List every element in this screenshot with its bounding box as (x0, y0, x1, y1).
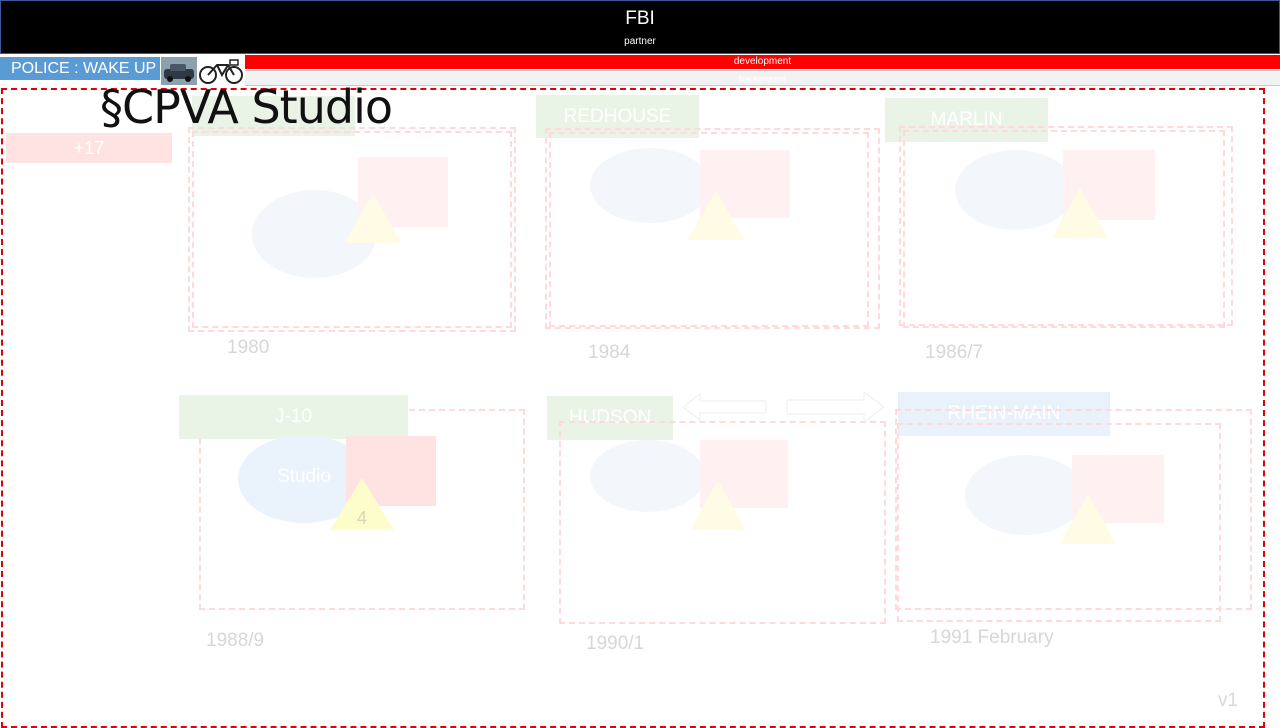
panel-6-year: 1991 February (930, 627, 1054, 648)
header-title: FBI (625, 8, 655, 29)
panel-5-triangle (690, 480, 746, 530)
panel-3-year: 1986/7 (925, 342, 984, 363)
panel-4-tag: J-10 (179, 395, 408, 439)
panel-4-shape-number: 4 (356, 508, 367, 528)
count-badge: +17 (6, 133, 172, 163)
version-label: v1 (1218, 690, 1239, 711)
panel-1-year: 1980 (227, 337, 270, 358)
left-arrow-shape (682, 392, 768, 427)
header-subtitle: partner (624, 36, 656, 47)
panel-1-triangle (345, 193, 401, 243)
right-arrow-shape (786, 390, 886, 429)
page-title: §CPVA Studio (100, 80, 393, 134)
development-bar: development (245, 55, 1280, 69)
panel-2-triangle (688, 190, 744, 240)
panel-6-triangle (1060, 494, 1116, 544)
panel-3-triangle (1052, 188, 1108, 238)
panel-5-year: 1990/1 (586, 633, 645, 654)
panel-5-ellipse (590, 440, 705, 512)
background-bar: background (245, 70, 1280, 86)
panel-2-year: 1984 (588, 342, 631, 363)
panel-4-year: 1988/9 (206, 630, 265, 651)
police-label[interactable]: POLICE : WAKE UP (0, 57, 160, 80)
